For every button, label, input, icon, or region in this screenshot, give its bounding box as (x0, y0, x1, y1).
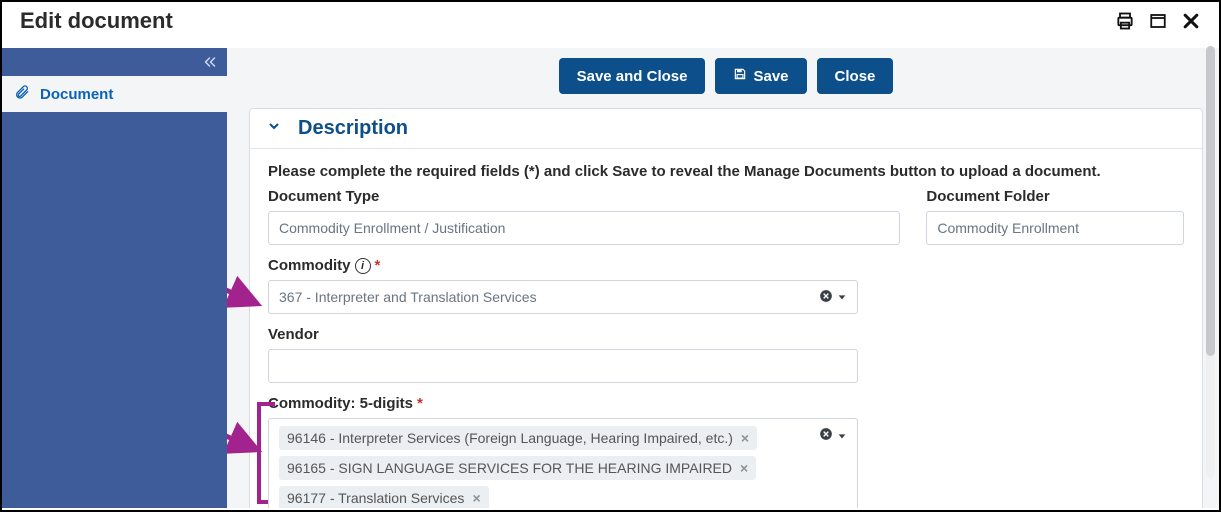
document-folder-field[interactable]: Commodity Enrollment (926, 211, 1184, 245)
chip-remove-icon[interactable]: × (741, 430, 749, 446)
commodity-label: Commodity i * (268, 257, 858, 274)
commodity5-label: Commodity: 5-digits * (268, 395, 858, 412)
chip-remove-icon[interactable]: × (472, 490, 480, 506)
document-folder-label: Document Folder (926, 188, 1184, 205)
clear-icon[interactable] (819, 289, 833, 306)
scrollbar-thumb[interactable] (1206, 46, 1215, 356)
document-type-field[interactable]: Commodity Enrollment / Justification (268, 211, 900, 245)
close-icon[interactable] (1181, 11, 1201, 31)
sidebar: Document (2, 48, 227, 508)
caret-down-icon[interactable] (837, 289, 847, 305)
required-asterisk: * (375, 257, 381, 274)
sidebar-collapse[interactable] (2, 48, 227, 76)
sidebar-item-document[interactable]: Document (2, 76, 227, 112)
commodity5-chip: 96165 - SIGN LANGUAGE SERVICES FOR THE H… (279, 456, 756, 480)
panel-title: Description (298, 117, 408, 140)
save-button[interactable]: Save (715, 58, 806, 94)
panel-body: Please complete the required fields (*) … (250, 149, 1202, 508)
required-asterisk: * (417, 395, 423, 412)
sidebar-item-label: Document (40, 86, 113, 103)
print-icon[interactable] (1115, 11, 1135, 31)
commodity-value: 367 - Interpreter and Translation Servic… (279, 289, 537, 305)
maximize-icon[interactable] (1149, 12, 1167, 30)
body: Document Save and Close Save Close (2, 48, 1219, 508)
vertical-scrollbar[interactable] (1206, 46, 1215, 478)
description-panel: Description Please complete the required… (249, 108, 1203, 508)
commodity5-chip: 96146 - Interpreter Services (Foreign La… (279, 426, 757, 450)
commodity-select[interactable]: 367 - Interpreter and Translation Servic… (268, 280, 858, 314)
instructions-text: Please complete the required fields (*) … (268, 163, 1184, 180)
vendor-label: Vendor (268, 326, 858, 343)
save-disk-icon (733, 67, 747, 85)
clear-icon[interactable] (819, 427, 833, 444)
document-type-label: Document Type (268, 188, 900, 205)
dialog-title: Edit document (20, 8, 173, 34)
paperclip-icon (14, 84, 30, 104)
info-icon[interactable]: i (355, 258, 371, 274)
main-area: Save and Close Save Close Description Pl… (227, 48, 1219, 508)
commodity5-chips: 96146 - Interpreter Services (Foreign La… (279, 426, 757, 508)
chip-remove-icon[interactable]: × (740, 460, 748, 476)
vendor-field[interactable] (268, 349, 858, 383)
commodity5-chip: 96177 - Translation Services × (279, 486, 489, 508)
caret-down-icon[interactable] (837, 428, 847, 444)
action-bar: Save and Close Save Close (249, 48, 1203, 108)
commodity5-multiselect[interactable]: 96146 - Interpreter Services (Foreign La… (268, 418, 858, 508)
dialog-header: Edit document (2, 2, 1219, 48)
save-and-close-button[interactable]: Save and Close (559, 58, 706, 94)
panel-header[interactable]: Description (250, 109, 1202, 149)
header-icons (1115, 11, 1201, 31)
close-button[interactable]: Close (817, 58, 894, 94)
chevron-down-icon (266, 118, 282, 139)
